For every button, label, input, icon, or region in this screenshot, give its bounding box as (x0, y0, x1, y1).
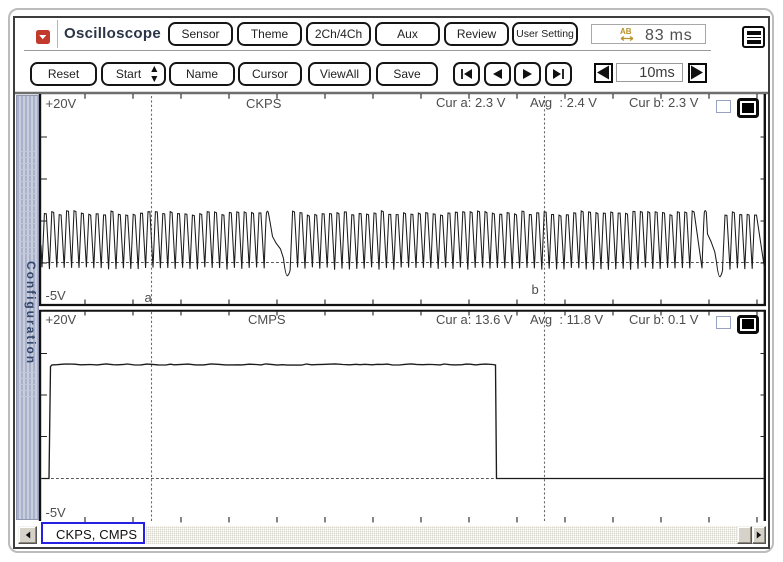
svg-text:AB: AB (620, 27, 632, 36)
